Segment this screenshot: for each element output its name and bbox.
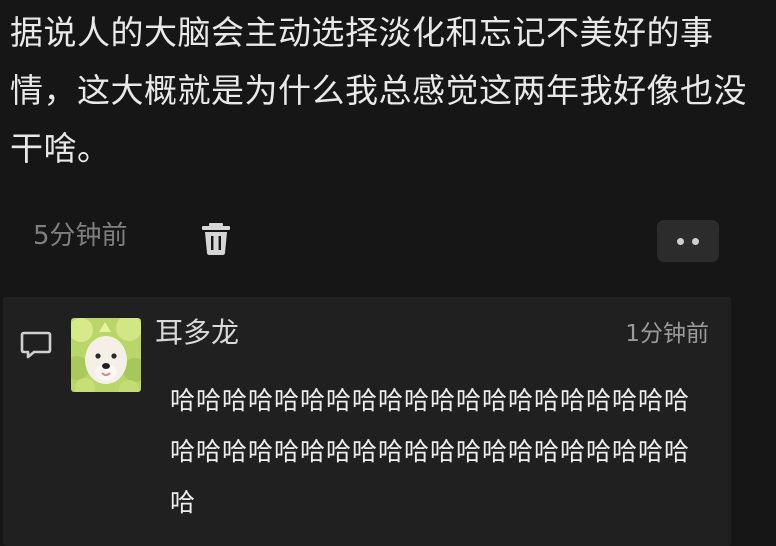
comment-screen: 据说人的大脑会主动选择淡化和忘记不美好的事情，这大概就是为什么我总感觉这两年我好… — [0, 0, 776, 546]
comment-icon — [20, 331, 52, 359]
dog-avatar — [71, 318, 141, 392]
trash-icon — [202, 223, 230, 255]
post-timestamp: 5分钟前 — [33, 221, 128, 251]
post-text: 据说人的大脑会主动选择淡化和忘记不美好的事情，这大概就是为什么我总感觉这两年我好… — [10, 13, 747, 168]
reply-button[interactable] — [19, 328, 53, 362]
reply-author[interactable]: 耳多龙 — [155, 313, 239, 353]
more-dots-icon — [692, 238, 699, 245]
reply-text: 哈哈哈哈哈哈哈哈哈哈哈哈哈哈哈哈哈哈哈哈哈哈哈哈哈哈哈哈哈哈哈哈哈哈哈哈哈哈哈哈… — [170, 386, 691, 517]
delete-button[interactable] — [196, 215, 236, 259]
reply-timestamp: 1分钟前 — [625, 321, 709, 347]
more-dots-icon — [677, 238, 684, 245]
avatar[interactable] — [71, 318, 141, 392]
more-options-button[interactable] — [657, 220, 719, 262]
